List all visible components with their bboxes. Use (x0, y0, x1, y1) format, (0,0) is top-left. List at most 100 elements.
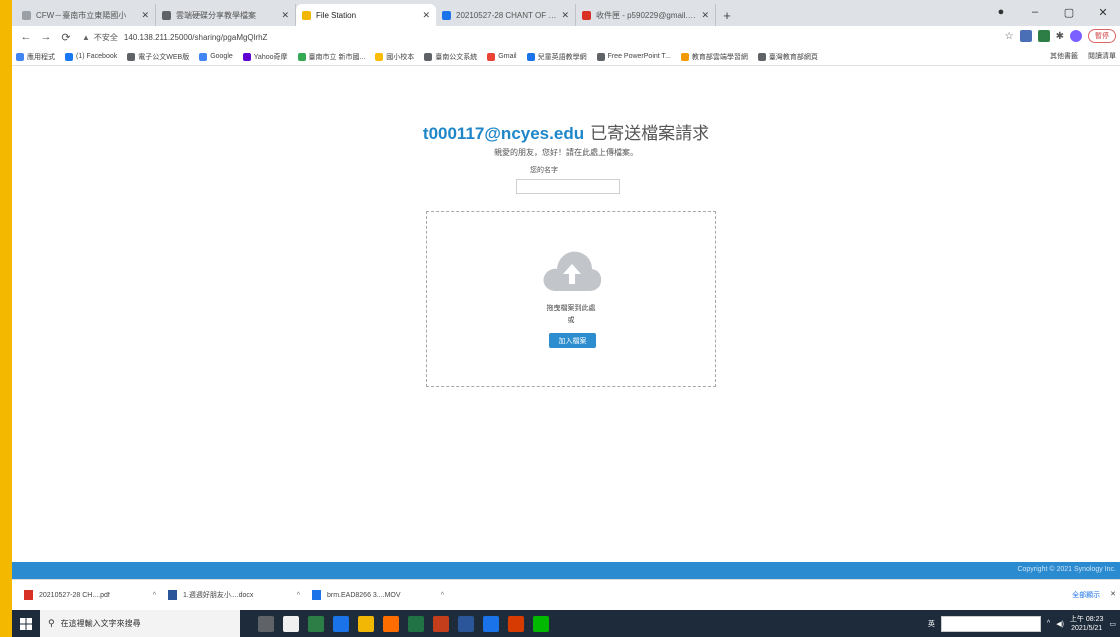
security-label: 不安全 (93, 32, 118, 42)
bookmarks-bar: 應用程式 (1) Facebook 電子公文WEB版 Google Yahoo奇… (12, 48, 1120, 66)
bookmark-favicon-icon (526, 52, 535, 61)
windows-start-button[interactable] (12, 610, 40, 637)
bookmark-label: 臺南公文系統 (435, 53, 478, 61)
profile-circle-icon[interactable]: ● (984, 0, 1018, 24)
drop-zone[interactable]: 拖曳檔案到此處 或 加入檔案 (426, 211, 716, 387)
page-subtitle: 親愛的朋友，您好！請在此處上傳檔案。 (494, 148, 638, 157)
video-file-icon (312, 590, 321, 600)
other-bookmarks[interactable]: 其他書籤 (1050, 51, 1078, 61)
url-text: 140.138.211.25000/sharing/pgaMgQlrhZ (123, 32, 268, 42)
bookmark-favicon-icon (680, 52, 689, 61)
close-tab-icon[interactable]: ✕ (701, 10, 709, 21)
search-placeholder: 在這裡輸入文字來搜尋 (60, 619, 141, 628)
volume-icon[interactable]: ◀) (1056, 620, 1064, 628)
bookmark-item[interactable]: 應用程式 (16, 52, 55, 62)
tab-1[interactable]: 雲端硬碟分享教學檔案 ✕ (156, 4, 296, 26)
bookmark-favicon-icon (16, 52, 24, 61)
toolbar-extensions: ☆ ✱ 暫停 (1005, 29, 1116, 43)
requester-email: t000117@ncyes.edu (422, 124, 585, 143)
chevron-up-icon[interactable]: ^ (1047, 620, 1050, 627)
page-title: t000117@ncyes.edu 已寄送檔案請求 (12, 119, 1120, 144)
tab-label: CFW－臺南市立東陽國小 (36, 10, 127, 20)
drop-instruction: 拖曳檔案到此處 (546, 305, 596, 312)
name-input[interactable] (516, 179, 620, 194)
close-shelf-button[interactable]: ✕ (1110, 590, 1116, 600)
address-toolbar-input[interactable] (940, 615, 1041, 632)
chevron-up-icon[interactable]: ^ (297, 592, 300, 599)
download-label: 1.週週好朋友小....docx (183, 592, 254, 599)
system-clock[interactable]: 上午 08:23 2021/5/21 (1070, 615, 1103, 633)
profile-status-pill[interactable]: 暫停 (1088, 29, 1116, 43)
bookmark-item[interactable]: 臺灣教育部網頁 (757, 52, 818, 62)
bookmark-item[interactable]: 國小校本 (375, 52, 414, 62)
close-tab-icon[interactable]: ✕ (281, 10, 289, 21)
taskbar-app-icon[interactable] (358, 615, 374, 632)
shelf-actions: 全部顯示 ✕ (1072, 590, 1116, 600)
taskbar-app-icon[interactable] (433, 615, 449, 632)
reload-icon[interactable]: ⟳ (58, 31, 74, 44)
bookmark-item[interactable]: 電子公文WEB版 (127, 52, 189, 62)
minimize-button[interactable]: – (1018, 0, 1052, 24)
avatar[interactable] (1070, 30, 1082, 42)
bookmark-label: Yahoo奇摩 (253, 53, 288, 61)
chevron-up-icon[interactable]: ^ (153, 592, 156, 599)
new-tab-button[interactable]: + (716, 4, 738, 26)
tab-2[interactable]: File Station ✕ (296, 4, 436, 26)
puzzle-icon[interactable]: ✱ (1056, 31, 1064, 42)
bookmark-item[interactable]: Google (199, 52, 233, 61)
copyright-text: Copyright © 2021 Synology Inc. (1017, 566, 1116, 573)
bookmark-item[interactable]: (1) Facebook (65, 52, 117, 61)
chevron-up-icon[interactable]: ^ (441, 592, 444, 599)
bookmark-favicon-icon (487, 52, 496, 61)
bookmark-label: 教育部雲端學習網 (691, 53, 748, 61)
taskbar-search[interactable]: ⚲ 在這裡輸入文字來搜尋 (40, 610, 240, 637)
tab-favicon-icon (22, 10, 31, 20)
address-bar[interactable]: ▲ 不安全 140.138.211.25000/sharing/pgaMgQlr… (82, 28, 1000, 46)
tab-favicon-icon (442, 10, 451, 20)
extension-icon[interactable] (1019, 30, 1032, 42)
bookmark-item[interactable]: 臺南市立 新市國... (297, 52, 366, 62)
bookmark-label: 臺南市立 新市國... (308, 53, 366, 61)
close-window-button[interactable]: ✕ (1086, 0, 1120, 24)
notification-icon[interactable]: ▭ (1109, 620, 1116, 628)
add-files-button[interactable]: 加入檔案 (549, 333, 596, 348)
input-language[interactable]: 英 (928, 619, 935, 629)
back-arrow-icon[interactable]: ← (18, 31, 34, 43)
or-text: 或 (567, 317, 575, 324)
tab-strip: CFW－臺南市立東陽國小 ✕ 雲端硬碟分享教學檔案 ✕ File Station ✕ … (12, 0, 1120, 26)
close-tab-icon[interactable]: ✕ (422, 10, 430, 21)
taskbar-app-icon[interactable] (408, 615, 424, 632)
tab-3[interactable]: 20210527-28 CHANT OF CHA ✕ (436, 4, 576, 26)
extension-icon[interactable] (1037, 30, 1050, 42)
tab-label: 收件匣 - p590229@gmail.com (596, 10, 698, 20)
bookmark-item[interactable]: 臺南公文系統 (424, 52, 477, 62)
close-tab-icon[interactable]: ✕ (141, 10, 149, 21)
taskbar-apps (258, 615, 549, 632)
reading-list[interactable]: 閱讀清單 (1088, 51, 1116, 61)
download-item[interactable]: 1.週週好朋友小....docx ^ (168, 590, 300, 600)
bookmark-item[interactable]: 兒童英語教學網 (526, 52, 587, 62)
close-tab-icon[interactable]: ✕ (561, 10, 569, 21)
download-item[interactable]: 20210527-28 CH....pdf ^ (24, 590, 156, 600)
bookmark-item[interactable]: Free PowerPoint T... (596, 52, 671, 61)
show-all-button[interactable]: 全部顯示 (1072, 590, 1100, 600)
taskbar-app-icon[interactable] (308, 615, 324, 632)
tab-4[interactable]: 收件匣 - p590229@gmail.com ✕ (576, 4, 716, 26)
taskbar-app-icon[interactable] (383, 615, 399, 632)
taskbar-app-icon[interactable] (258, 615, 274, 632)
maximize-button[interactable]: ▢ (1052, 0, 1086, 24)
taskbar-app-icon[interactable] (333, 615, 349, 632)
taskbar-app-icon[interactable] (508, 615, 524, 632)
bookmark-item[interactable]: 教育部雲端學習網 (680, 52, 748, 62)
taskbar-app-icon[interactable] (483, 615, 499, 632)
forward-arrow-icon[interactable]: → (38, 31, 54, 43)
bookmark-label: Google (210, 53, 233, 60)
download-item[interactable]: brm.EAD8266 3....MOV ^ (312, 590, 444, 600)
tab-0[interactable]: CFW－臺南市立東陽國小 ✕ (16, 4, 156, 26)
star-icon[interactable]: ☆ (1005, 31, 1014, 42)
taskbar-app-icon[interactable] (283, 615, 299, 632)
taskbar-app-icon[interactable] (533, 615, 549, 632)
taskbar-app-icon[interactable] (458, 615, 474, 632)
bookmark-item[interactable]: Gmail (487, 52, 517, 61)
bookmark-item[interactable]: Yahoo奇摩 (242, 52, 288, 62)
